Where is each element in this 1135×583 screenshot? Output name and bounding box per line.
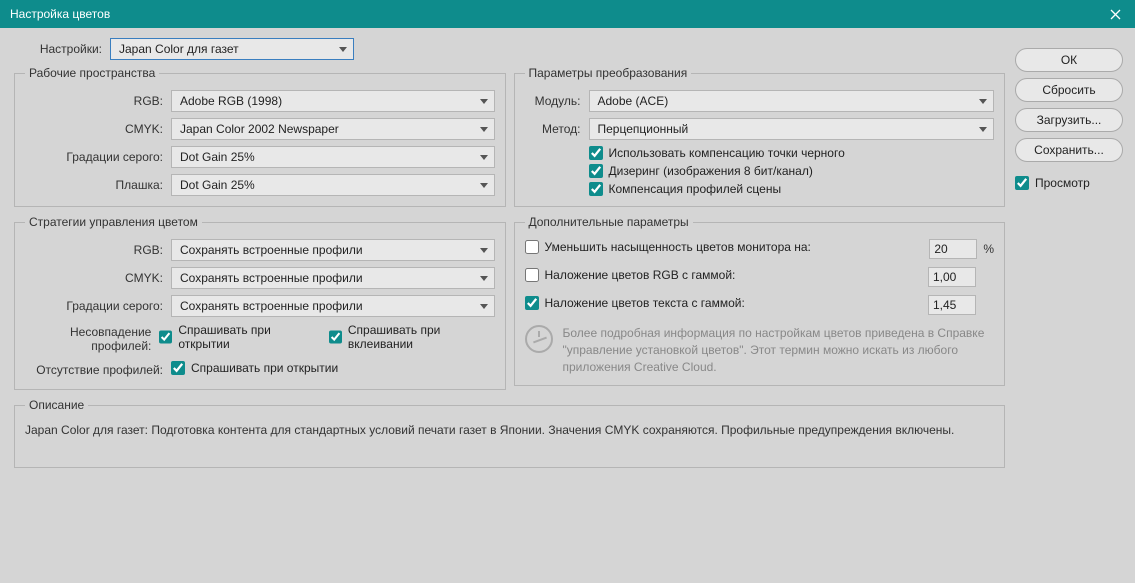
description-group: Описание Japan Color для газет: Подготов… bbox=[14, 398, 1005, 468]
settings-dropdown[interactable]: Japan Color для газет bbox=[110, 38, 354, 60]
scene-checkbox[interactable]: Компенсация профилей сцены bbox=[589, 182, 995, 196]
policies-group: Стратегии управления цветом RGB:Сохранят… bbox=[14, 215, 506, 390]
description-text: Japan Color для газет: Подготовка контен… bbox=[25, 422, 994, 439]
blend-rgb-value[interactable]: 1,00 bbox=[928, 267, 976, 287]
gray-label: Градации серого: bbox=[25, 150, 171, 164]
policy-rgb-label: RGB: bbox=[25, 243, 171, 257]
description-legend: Описание bbox=[25, 398, 88, 412]
cmyk-label: CMYK: bbox=[25, 122, 171, 136]
engine-label: Модуль: bbox=[525, 94, 589, 108]
workspaces-legend: Рабочие пространства bbox=[25, 66, 159, 80]
desaturate-checkbox[interactable]: Уменьшить насыщенность цветов монитора н… bbox=[525, 240, 811, 254]
policy-cmyk-label: CMYK: bbox=[25, 271, 171, 285]
spot-dropdown[interactable]: Dot Gain 25% bbox=[171, 174, 495, 196]
conversion-legend: Параметры преобразования bbox=[525, 66, 692, 80]
mismatch-label: Несовпадение профилей: bbox=[25, 325, 159, 353]
missing-open-checkbox[interactable]: Спрашивать при открытии bbox=[171, 361, 338, 375]
cancel-button[interactable]: Сбросить bbox=[1015, 78, 1123, 102]
gray-dropdown[interactable]: Dot Gain 25% bbox=[171, 146, 495, 168]
close-button[interactable] bbox=[1095, 0, 1135, 28]
missing-label: Отсутствие профилей: bbox=[25, 363, 171, 377]
window-title: Настройка цветов bbox=[10, 7, 110, 21]
mismatch-paste-checkbox[interactable]: Спрашивать при вклеивании bbox=[329, 323, 495, 351]
load-button[interactable]: Загрузить... bbox=[1015, 108, 1123, 132]
intent-dropdown[interactable]: Перцепционный bbox=[589, 118, 995, 140]
bpc-checkbox[interactable]: Использовать компенсацию точки черного bbox=[589, 146, 995, 160]
rgb-label: RGB: bbox=[25, 94, 171, 108]
titlebar: Настройка цветов bbox=[0, 0, 1135, 28]
advanced-legend: Дополнительные параметры bbox=[525, 215, 693, 229]
policy-cmyk-dropdown[interactable]: Сохранять встроенные профили bbox=[171, 267, 495, 289]
desaturate-value[interactable]: 20 bbox=[929, 239, 977, 259]
advanced-group: Дополнительные параметры Уменьшить насыщ… bbox=[514, 215, 1006, 386]
rgb-dropdown[interactable]: Adobe RGB (1998) bbox=[171, 90, 495, 112]
policy-gray-dropdown[interactable]: Сохранять встроенные профили bbox=[171, 295, 495, 317]
spot-label: Плашка: bbox=[25, 178, 171, 192]
blend-text-checkbox[interactable]: Наложение цветов текста с гаммой: bbox=[525, 296, 745, 310]
intent-label: Метод: bbox=[525, 122, 589, 136]
percent-label: % bbox=[983, 242, 994, 256]
mismatch-open-checkbox[interactable]: Спрашивать при открытии bbox=[159, 323, 312, 351]
settings-label: Настройки: bbox=[14, 42, 110, 56]
info-icon bbox=[525, 325, 553, 353]
blend-text-value[interactable]: 1,45 bbox=[928, 295, 976, 315]
dither-checkbox[interactable]: Дизеринг (изображения 8 бит/канал) bbox=[589, 164, 995, 178]
policy-gray-label: Градации серого: bbox=[25, 299, 171, 313]
engine-dropdown[interactable]: Adobe (ACE) bbox=[589, 90, 995, 112]
save-button[interactable]: Сохранить... bbox=[1015, 138, 1123, 162]
blend-rgb-checkbox[interactable]: Наложение цветов RGB с гаммой: bbox=[525, 268, 736, 282]
ok-button[interactable]: ОК bbox=[1015, 48, 1123, 72]
policy-rgb-dropdown[interactable]: Сохранять встроенные профили bbox=[171, 239, 495, 261]
workspaces-group: Рабочие пространства RGB:Adobe RGB (1998… bbox=[14, 66, 506, 207]
advanced-info-text: Более подробная информация по настройкам… bbox=[563, 325, 995, 375]
preview-checkbox[interactable]: Просмотр bbox=[1015, 176, 1123, 190]
policies-legend: Стратегии управления цветом bbox=[25, 215, 202, 229]
close-icon bbox=[1110, 9, 1121, 20]
cmyk-dropdown[interactable]: Japan Color 2002 Newspaper bbox=[171, 118, 495, 140]
conversion-group: Параметры преобразования Модуль:Adobe (A… bbox=[514, 66, 1006, 207]
